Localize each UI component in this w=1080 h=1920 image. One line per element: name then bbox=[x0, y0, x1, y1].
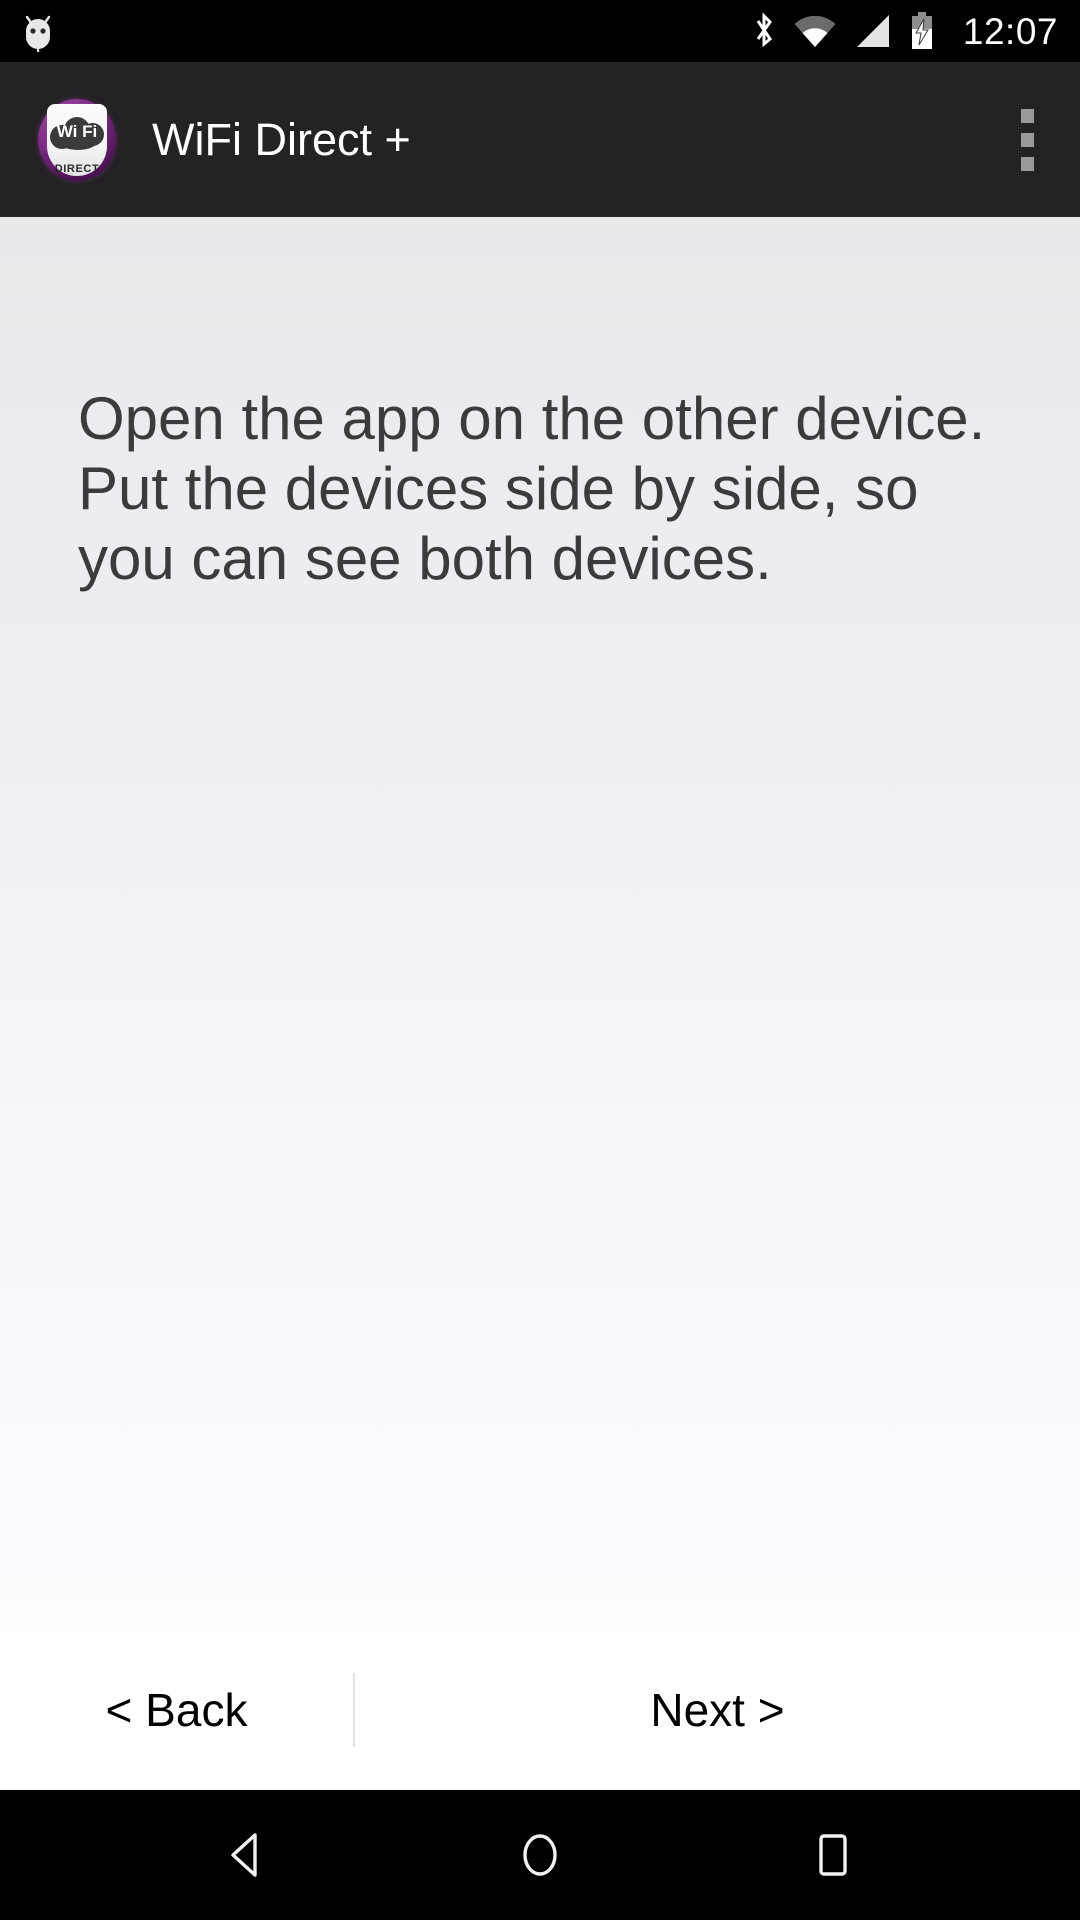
wizard-footer: < Back Next > bbox=[0, 1630, 1080, 1790]
overflow-dot bbox=[1020, 156, 1034, 171]
cellular-signal-icon bbox=[853, 13, 893, 49]
nav-recents-icon[interactable] bbox=[758, 1790, 908, 1920]
wifi-direct-app-icon: Wi Fi DIRECT bbox=[38, 98, 116, 181]
android-debug-icon bbox=[18, 9, 58, 53]
status-bar: 12:07 bbox=[0, 0, 1080, 62]
battery-charging-icon bbox=[909, 11, 935, 51]
nav-back-icon[interactable] bbox=[172, 1790, 322, 1920]
android-nav-bar bbox=[0, 1790, 1080, 1920]
content-area: Open the app on the other device. Put th… bbox=[0, 217, 1080, 1630]
status-bar-notifications bbox=[18, 9, 58, 53]
next-button[interactable]: Next > bbox=[355, 1630, 1080, 1790]
app-title: WiFi Direct + bbox=[152, 114, 411, 165]
back-button[interactable]: < Back bbox=[0, 1630, 353, 1790]
app-icon-primary-text: Wi Fi bbox=[56, 121, 98, 141]
overflow-dot bbox=[1020, 132, 1034, 147]
app-icon-secondary-text: DIRECT bbox=[54, 162, 100, 175]
phone-screen: 12:07 Wi Fi DIRECT WiFi Direct + Open th… bbox=[0, 0, 1080, 1920]
status-bar-icons: 12:07 bbox=[751, 11, 1058, 51]
bluetooth-icon bbox=[751, 11, 777, 51]
wifi-icon bbox=[793, 13, 837, 49]
overflow-menu-icon[interactable] bbox=[982, 62, 1072, 217]
nav-home-icon[interactable] bbox=[465, 1790, 615, 1920]
app-bar: Wi Fi DIRECT WiFi Direct + bbox=[0, 62, 1080, 217]
instructions-text: Open the app on the other device. Put th… bbox=[78, 385, 986, 592]
status-bar-clock: 12:07 bbox=[962, 10, 1058, 52]
overflow-dot bbox=[1020, 108, 1034, 123]
